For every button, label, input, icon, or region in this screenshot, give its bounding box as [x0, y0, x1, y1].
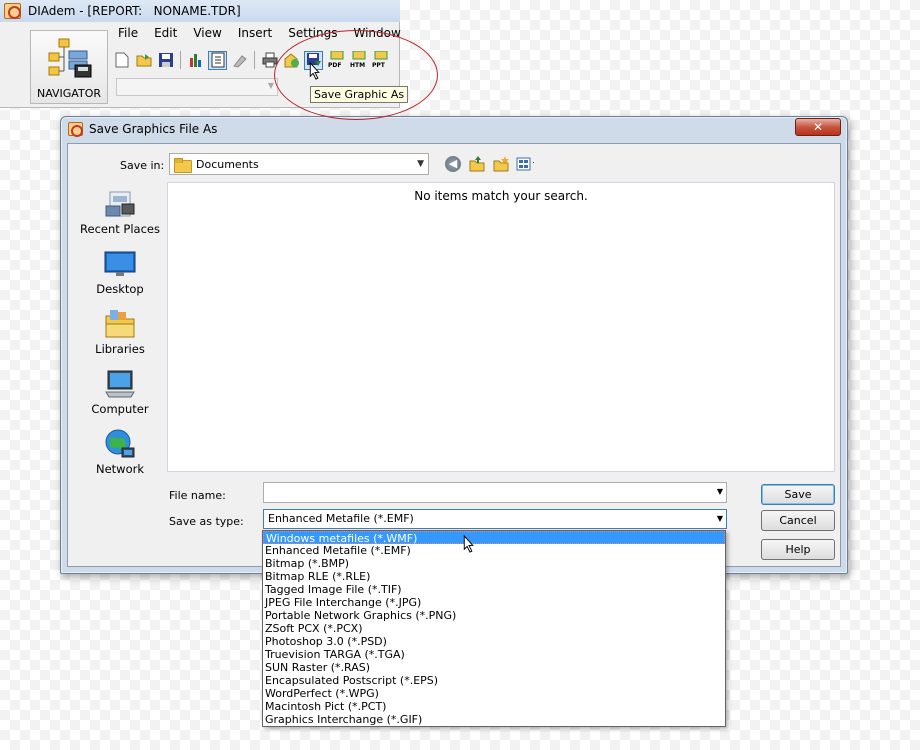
libraries-icon	[104, 308, 136, 340]
type-option[interactable]: Photoshop 3.0 (*.PSD)	[263, 635, 725, 648]
app-titlebar[interactable]: DIAdem - [REPORT: NONAME.TDR]	[0, 0, 400, 22]
dialog-title: Save Graphics File As	[89, 122, 218, 136]
open-icon[interactable]	[134, 51, 153, 70]
menu-view[interactable]: View	[185, 24, 229, 42]
file-name-label: File name:	[169, 489, 226, 502]
save-in-combo[interactable]: Documents ▼	[169, 153, 429, 175]
back-button[interactable]: ◀	[444, 155, 462, 173]
type-option[interactable]: Portable Network Graphics (*.PNG)	[263, 609, 725, 622]
file-list-view[interactable]: No items match your search.	[167, 182, 835, 472]
chart-icon[interactable]	[186, 51, 205, 70]
diadem-logo-icon	[68, 122, 83, 137]
dialog-titlebar[interactable]: Save Graphics File As ✕	[61, 117, 847, 141]
place-label: Libraries	[95, 342, 145, 356]
chevron-down-icon: ▼	[417, 159, 424, 169]
back-arrow-icon: ◀	[445, 156, 461, 172]
new-icon[interactable]	[112, 51, 131, 70]
type-option[interactable]: Windows metafiles (*.WMF)	[263, 531, 725, 545]
folder-icon	[174, 157, 192, 173]
save-as-type-select[interactable]: Enhanced Metafile (*.EMF)	[263, 509, 727, 529]
save-button[interactable]: Save	[761, 484, 835, 505]
toolbar-separator	[180, 51, 181, 69]
place-libraries[interactable]: Libraries	[74, 304, 166, 360]
type-option[interactable]: Bitmap (*.BMP)	[263, 557, 725, 570]
format-icon[interactable]	[230, 51, 249, 70]
file-name-field[interactable]	[263, 482, 727, 503]
view-menu-button[interactable]	[516, 155, 534, 173]
place-network[interactable]: Network	[74, 424, 166, 480]
type-option[interactable]: Encapsulated Postscript (*.EPS)	[263, 674, 725, 687]
navigator-icon	[45, 37, 93, 79]
network-globe-icon	[104, 428, 136, 460]
places-bar: Recent Places Desktop Libraries Computer	[74, 184, 166, 476]
save-in-value: Documents	[196, 157, 259, 171]
app-title: DIAdem - [REPORT: NONAME.TDR]	[28, 4, 241, 18]
folder-nav-buttons: ◀	[444, 155, 534, 173]
up-folder-icon	[469, 156, 485, 172]
new-folder-button[interactable]	[492, 155, 510, 173]
type-option[interactable]: Truevision TARGA (*.TGA)	[263, 648, 725, 661]
navigator-label: NAVIGATOR	[36, 87, 102, 100]
view-grid-icon	[516, 157, 534, 171]
toolbar-combo[interactable]	[116, 78, 278, 96]
navigator-button[interactable]: NAVIGATOR	[30, 30, 108, 104]
close-button[interactable]: ✕	[795, 118, 841, 136]
type-option[interactable]: ZSoft PCX (*.PCX)	[263, 622, 725, 635]
empty-message: No items match your search.	[414, 189, 588, 203]
help-button[interactable]: Help	[761, 539, 835, 560]
mouse-cursor-icon	[309, 62, 320, 80]
toolbar-separator	[254, 51, 255, 69]
place-label: Desktop	[96, 282, 144, 296]
place-label: Computer	[91, 402, 149, 416]
dialog-body: Save in: Documents ▼ ◀ Recent Places Des…	[67, 143, 841, 567]
place-recent-places[interactable]: Recent Places	[74, 184, 166, 240]
highlight-ellipse	[274, 30, 438, 120]
type-option[interactable]: Bitmap RLE (*.RLE)	[263, 570, 725, 583]
cancel-button[interactable]: Cancel	[761, 510, 835, 531]
mouse-cursor-icon	[463, 535, 474, 553]
type-option[interactable]: SUN Raster (*.RAS)	[263, 661, 725, 674]
menu-file[interactable]: File	[110, 24, 146, 42]
place-desktop[interactable]: Desktop	[74, 244, 166, 300]
type-option[interactable]: JPEG File Interchange (*.JPG)	[263, 596, 725, 609]
recent-places-icon	[104, 188, 136, 220]
type-option[interactable]: Macintosh Pict (*.PCT)	[263, 700, 725, 713]
place-label: Network	[95, 462, 145, 476]
save-icon[interactable]	[156, 51, 175, 70]
new-folder-icon	[493, 156, 509, 172]
menu-insert[interactable]: Insert	[230, 24, 280, 42]
type-option[interactable]: Graphics Interchange (*.GIF)	[263, 713, 725, 726]
save-as-type-label: Save as type:	[169, 515, 244, 528]
save-as-type-dropdown-list: Windows metafiles (*.WMF) Enhanced Metafi…	[262, 530, 726, 727]
type-option[interactable]: WordPerfect (*.WPG)	[263, 687, 725, 700]
type-option[interactable]: Tagged Image File (*.TIF)	[263, 583, 725, 596]
menu-edit[interactable]: Edit	[146, 24, 185, 42]
type-option[interactable]: Enhanced Metafile (*.EMF)	[263, 544, 725, 557]
save-in-label: Save in:	[120, 159, 165, 172]
desktop-icon	[104, 248, 136, 280]
save-graphics-dialog: Save Graphics File As ✕ Save in: Documen…	[60, 116, 848, 574]
up-folder-button[interactable]	[468, 155, 486, 173]
report-icon[interactable]	[208, 50, 227, 70]
diadem-logo-icon	[4, 3, 21, 19]
place-computer[interactable]: Computer	[74, 364, 166, 420]
computer-icon	[104, 368, 136, 400]
place-label: Recent Places	[80, 222, 160, 236]
